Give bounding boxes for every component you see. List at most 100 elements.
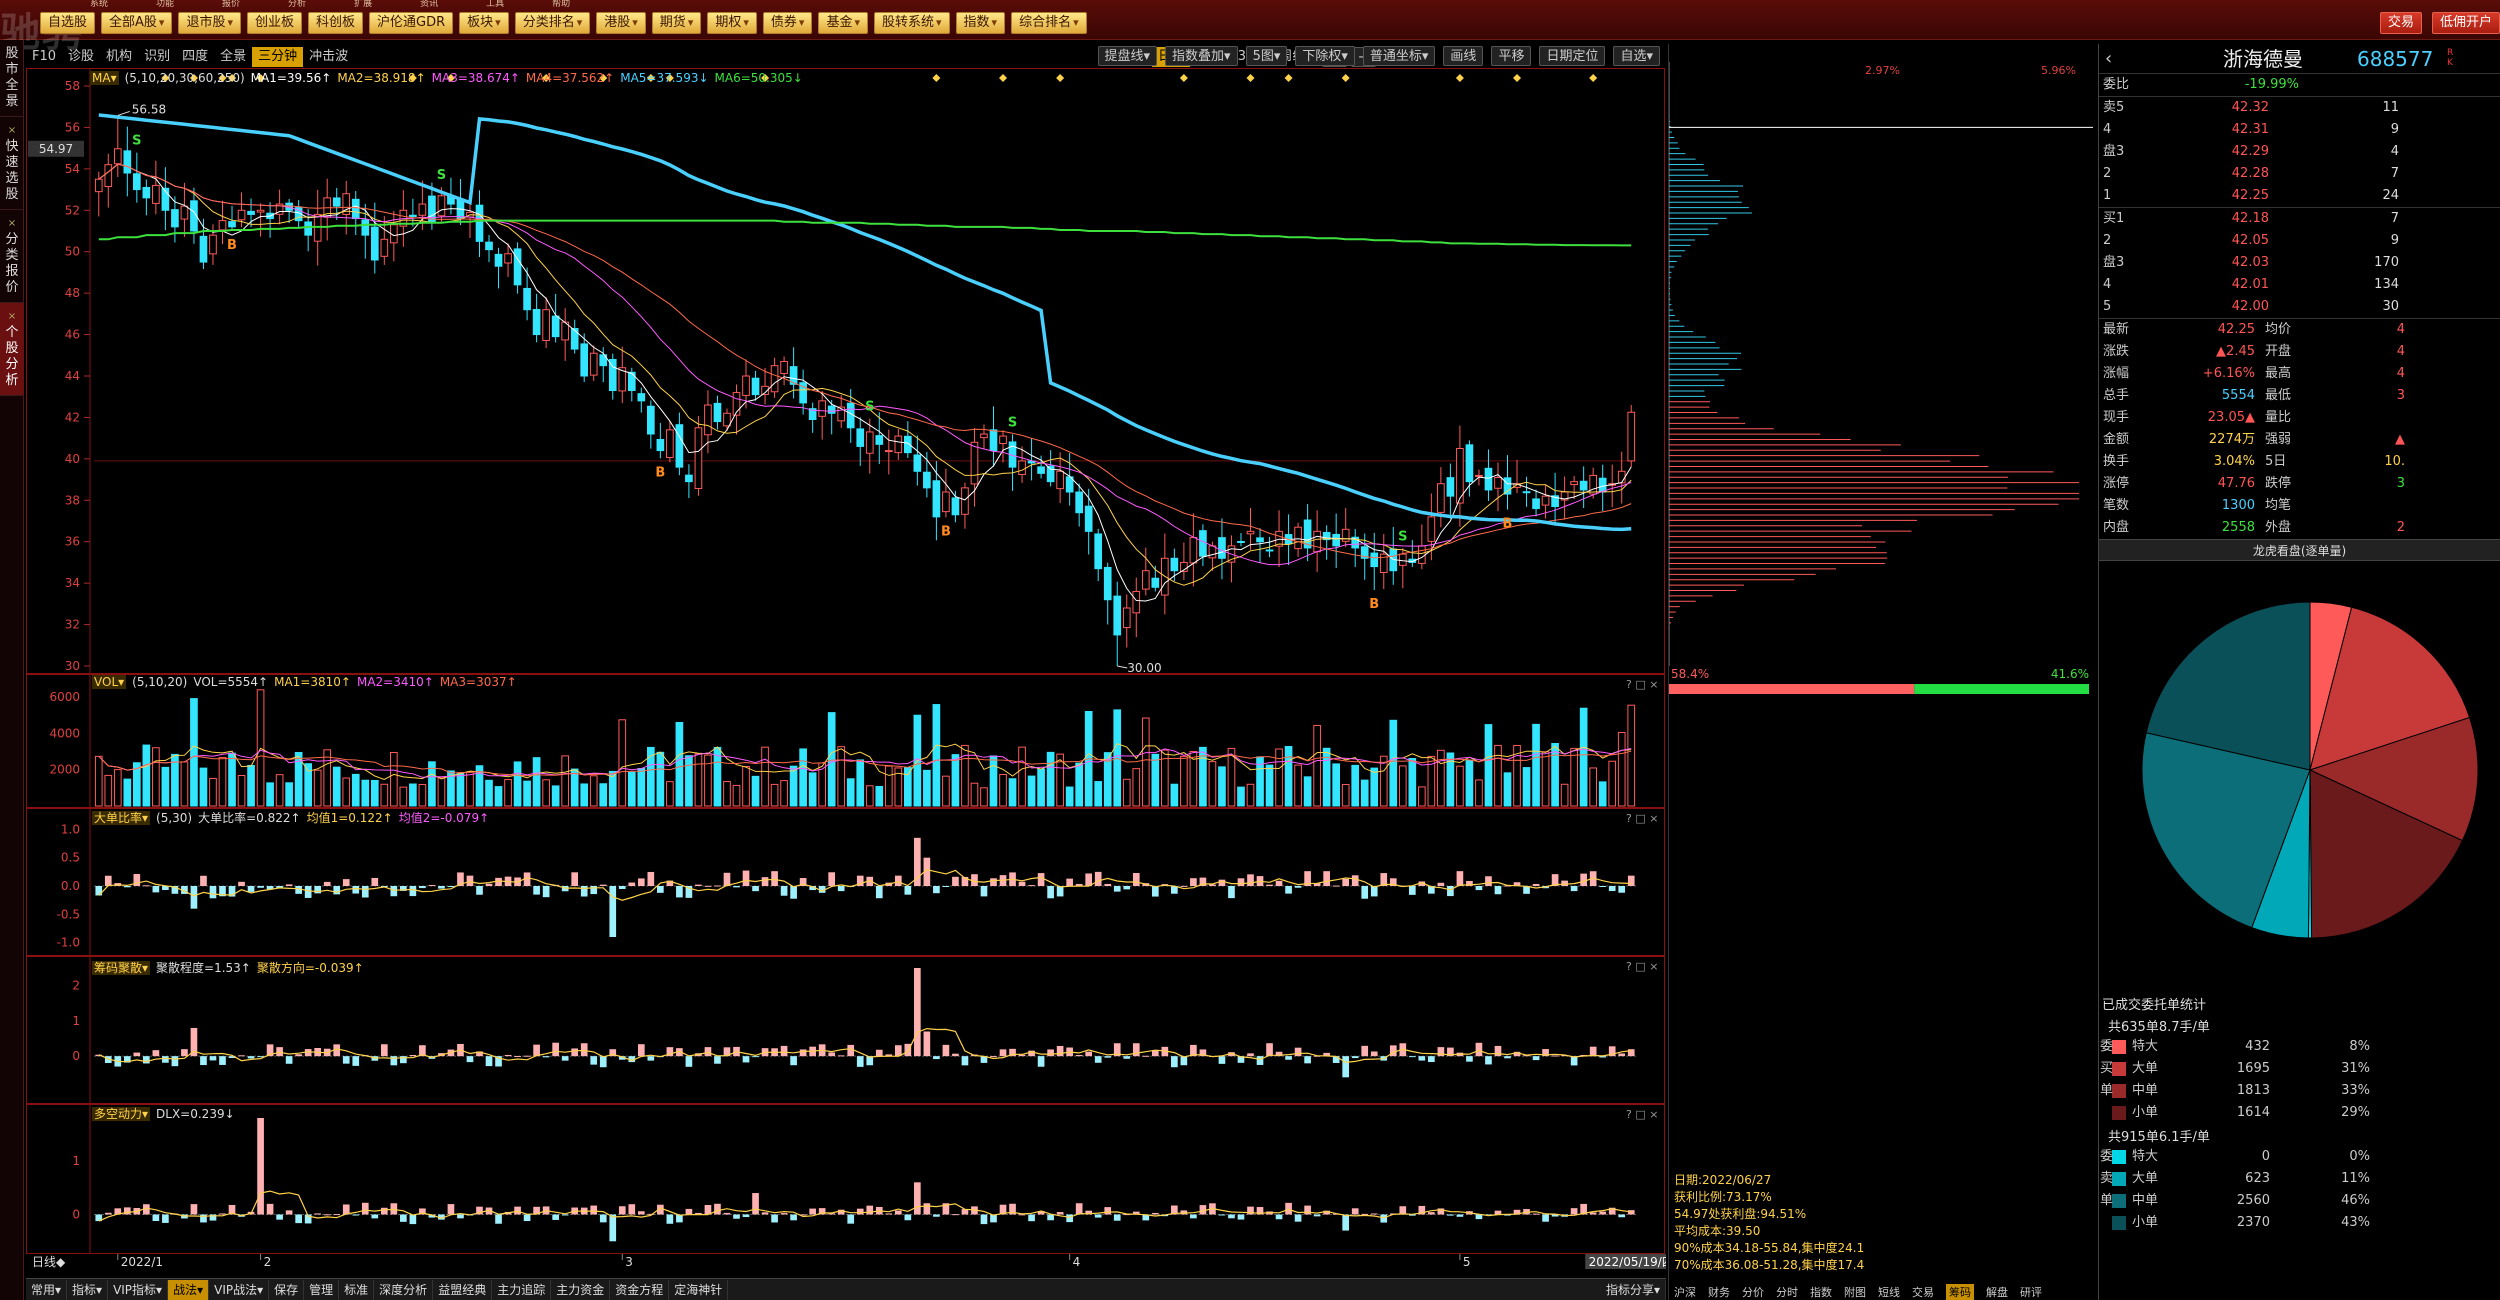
candle-body[interactable] <box>751 377 760 396</box>
chart-option-button[interactable]: 日期定位 <box>1539 46 1606 66</box>
candle-body[interactable] <box>104 164 113 188</box>
close-icon[interactable]: × <box>0 309 24 325</box>
candle-body[interactable] <box>1237 541 1245 544</box>
chart-option-button[interactable]: 自选▾ <box>1613 46 1660 66</box>
indicator-tab[interactable]: 指标▾ <box>67 1279 109 1300</box>
candle-body[interactable] <box>380 238 389 257</box>
candle-body[interactable] <box>113 148 122 165</box>
candle-body[interactable] <box>1494 477 1502 489</box>
candle-body[interactable] <box>1370 552 1379 568</box>
candle-body[interactable] <box>989 429 998 452</box>
candle-body[interactable] <box>1522 491 1531 494</box>
book-row[interactable]: 买1 42.18 7 <box>2099 208 2500 230</box>
candle-body[interactable] <box>133 173 141 191</box>
indicator-name[interactable]: VOL▾ <box>92 675 127 689</box>
candle-body[interactable] <box>123 150 132 174</box>
candle-body[interactable] <box>675 424 684 468</box>
indicator-name[interactable]: MA▾ <box>90 71 119 85</box>
chart-option-button[interactable]: 指数叠加▾ <box>1165 46 1238 66</box>
candle-body[interactable] <box>1246 530 1255 535</box>
candle-body[interactable] <box>580 343 589 377</box>
indicator-tab[interactable]: 益盟经典 <box>433 1279 493 1300</box>
candle-body[interactable] <box>1341 528 1350 542</box>
candle-body[interactable] <box>1037 466 1045 474</box>
book-row[interactable]: 1 42.25 24 <box>2099 185 2500 207</box>
candle-body[interactable] <box>685 474 693 483</box>
candle-body[interactable] <box>1094 533 1103 570</box>
indicator-tab[interactable]: 资金方程 <box>610 1279 670 1300</box>
indicator-tab[interactable]: 管理 <box>304 1279 340 1300</box>
candle-body[interactable] <box>304 221 312 236</box>
candle-body[interactable] <box>199 235 208 263</box>
chart-option-button[interactable]: 普通坐标▾ <box>1362 46 1436 66</box>
candle-body[interactable] <box>1465 444 1474 483</box>
book-row[interactable]: 盘3 42.29 4 <box>2099 141 2500 163</box>
book-row[interactable]: 4 42.31 9 <box>2099 119 2500 141</box>
top-menu-item[interactable]: 分析 <box>288 0 306 8</box>
panel-control-icons[interactable]: ? □ × <box>1626 678 1658 691</box>
panel-control-icons[interactable]: ? □ × <box>1626 812 1658 825</box>
candle-body[interactable] <box>171 209 179 228</box>
candle-body[interactable] <box>1475 474 1483 477</box>
candle-body[interactable] <box>542 309 550 341</box>
candle-body[interactable] <box>1141 570 1150 590</box>
candle-body[interactable] <box>513 248 522 286</box>
chart-option-button[interactable]: 画线 <box>1443 46 1484 66</box>
top-menu-item[interactable]: 资讯 <box>420 0 438 8</box>
candle-body[interactable] <box>589 352 598 376</box>
chip-footer-tab[interactable]: 筹码 <box>1946 1284 1974 1300</box>
chip-footer-tab[interactable]: 交易 <box>1912 1284 1934 1300</box>
candle-body[interactable] <box>1103 566 1112 601</box>
toolbar-button[interactable]: 综合排名 ▾ <box>1011 12 1087 34</box>
candle-body[interactable] <box>980 433 988 439</box>
toolbar-button[interactable]: 板块 ▾ <box>459 12 509 34</box>
candle-body[interactable] <box>1532 498 1540 510</box>
candle-body[interactable] <box>570 328 579 350</box>
top-menu-item[interactable]: 扩展 <box>354 0 372 8</box>
candle-body[interactable] <box>504 253 512 264</box>
panel-control-icons[interactable]: ? □ × <box>1626 1108 1658 1121</box>
book-row[interactable]: 卖5 42.32 11 <box>2099 97 2500 119</box>
candle-body[interactable] <box>218 220 227 231</box>
candle-body[interactable] <box>742 375 750 396</box>
candle-body[interactable] <box>913 454 922 472</box>
candle-body[interactable] <box>713 402 722 423</box>
candle-body[interactable] <box>494 253 503 267</box>
candle-body[interactable] <box>865 431 874 454</box>
toolbar-button[interactable]: 期权 ▾ <box>707 12 757 34</box>
open-account-button[interactable]: 低佣开户 <box>2431 12 2500 34</box>
book-row[interactable]: 盘3 42.03 170 <box>2099 252 2500 274</box>
candle-body[interactable] <box>1570 481 1578 486</box>
candle-body[interactable] <box>856 428 865 447</box>
candle-body[interactable] <box>1437 483 1445 513</box>
toolbar-button[interactable]: 基金 ▾ <box>818 12 868 34</box>
panel-control-icons[interactable]: ? □ × <box>1626 960 1658 973</box>
indicator-tab[interactable]: VIP战法▾ <box>209 1279 270 1300</box>
candle-body[interactable] <box>1075 491 1083 514</box>
candle-body[interactable] <box>694 427 703 489</box>
candle-body[interactable] <box>1132 590 1141 614</box>
candle-body[interactable] <box>1265 549 1274 552</box>
candle-body[interactable] <box>951 497 960 516</box>
tool-tab[interactable]: 全景 <box>214 47 252 67</box>
toolbar-button[interactable]: 科创板 <box>308 12 364 34</box>
chart-option-button[interactable]: 下除权▾ <box>1295 46 1355 66</box>
tool-tab[interactable]: 识别 <box>138 47 176 67</box>
candle-body[interactable] <box>942 491 950 513</box>
indicator-tab[interactable]: 战法▾ <box>168 1279 210 1300</box>
close-icon[interactable]: × <box>0 123 24 139</box>
candle-body[interactable] <box>1446 477 1455 497</box>
candle-body[interactable] <box>932 480 941 518</box>
back-arrow-icon[interactable]: ‹ <box>2105 44 2112 74</box>
candle-body[interactable] <box>1484 467 1493 491</box>
candle-body[interactable] <box>523 287 531 311</box>
book-row[interactable]: 2 42.28 7 <box>2099 163 2500 185</box>
candle-body[interactable] <box>1398 553 1407 566</box>
candle-body[interactable] <box>704 404 712 436</box>
indicator-name[interactable]: 大单比率▾ <box>92 811 151 825</box>
candle-body[interactable] <box>1332 533 1340 547</box>
candle-body[interactable] <box>1579 480 1588 491</box>
candle-body[interactable] <box>1218 537 1226 559</box>
toolbar-button[interactable]: 股转系统 ▾ <box>873 12 950 34</box>
candle-body[interactable] <box>1617 470 1626 484</box>
